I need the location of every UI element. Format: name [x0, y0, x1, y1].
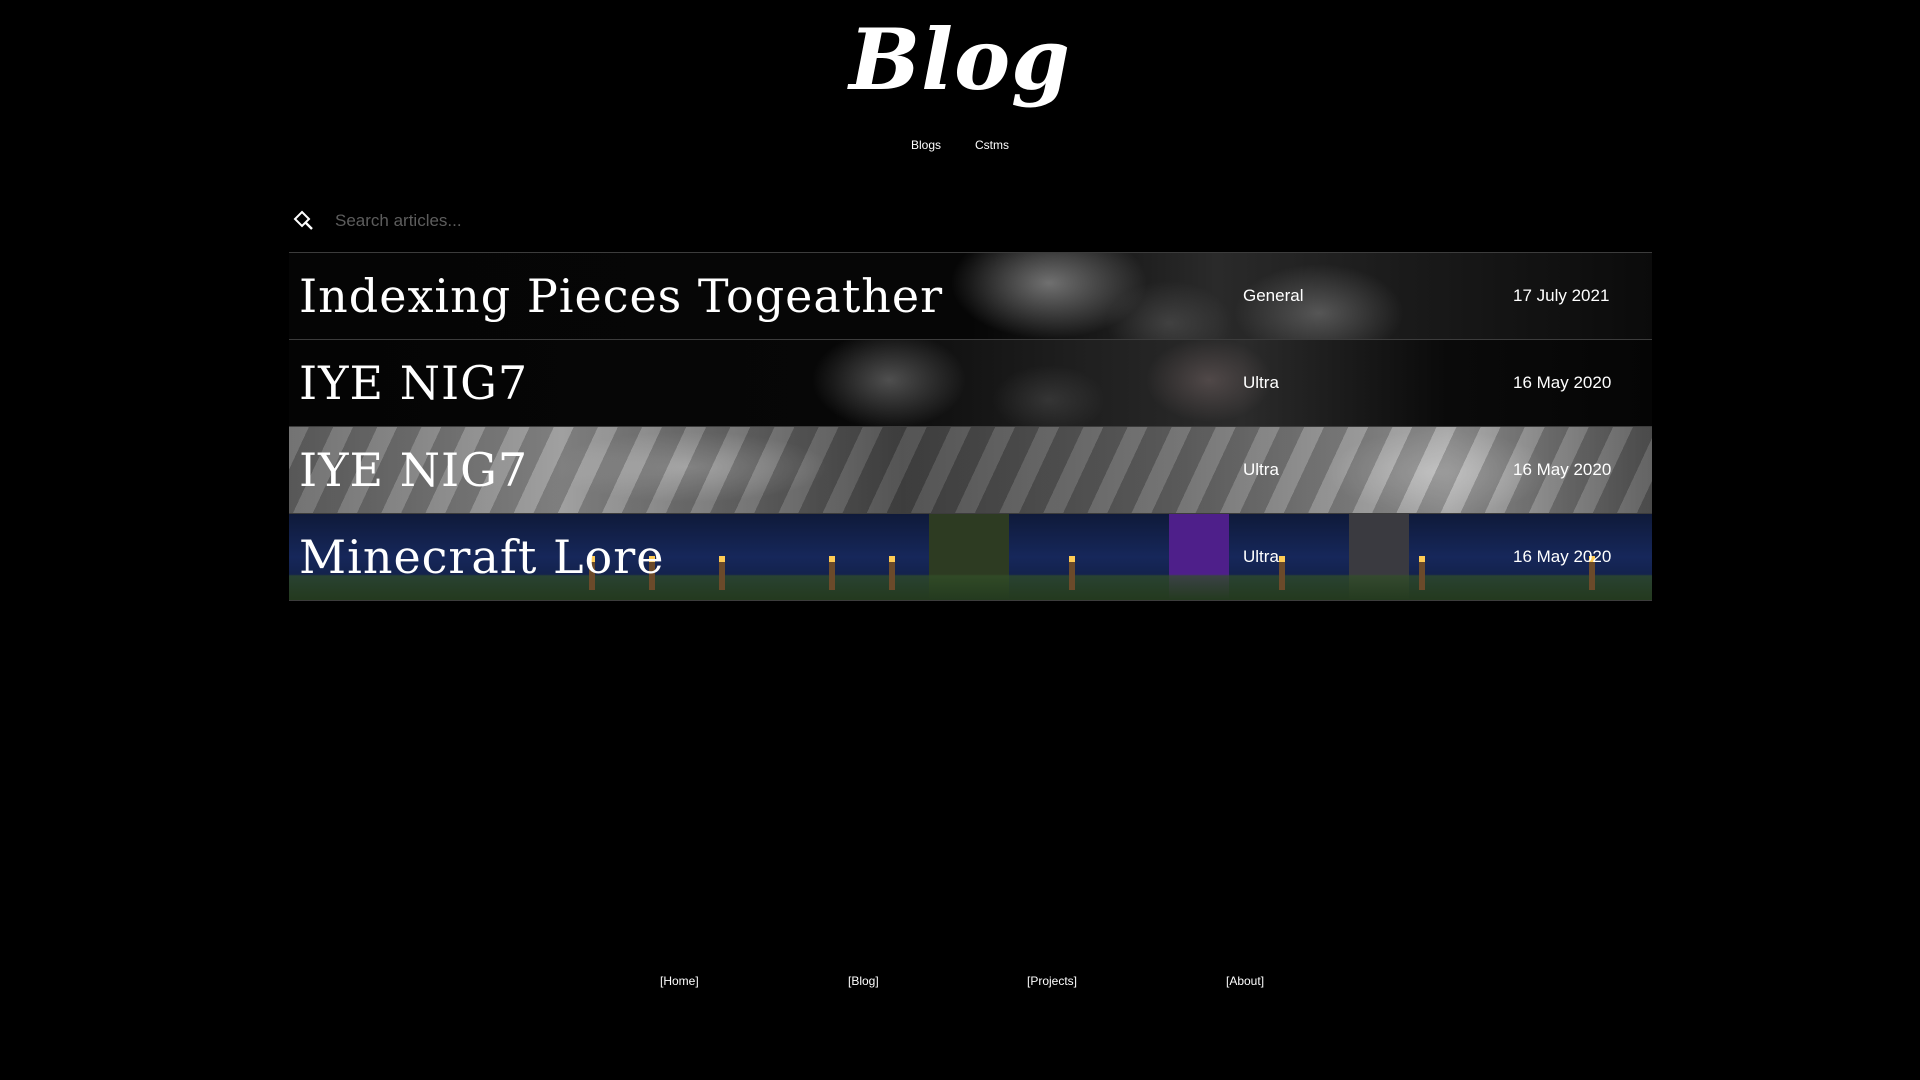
article-date: 16 May 2020	[1513, 460, 1612, 479]
article-title[interactable]: IYE NIG7	[299, 443, 528, 497]
article-title[interactable]: Minecraft Lore	[299, 530, 664, 584]
footer-link-projects[interactable]: [Projects]	[1027, 974, 1077, 988]
search-icon[interactable]	[291, 209, 315, 233]
article-row[interactable]: Indexing Pieces Togeather General 17 Jul…	[289, 253, 1652, 340]
footer-link-blog[interactable]: [Blog]	[848, 974, 879, 988]
article-category: Ultra	[1243, 373, 1279, 392]
article-title[interactable]: Indexing Pieces Togeather	[299, 269, 943, 323]
search-bar	[289, 196, 1652, 246]
article-date: 16 May 2020	[1513, 373, 1612, 392]
page: Blog Blogs Cstms Indexing Pieces Togeath…	[0, 0, 1920, 1080]
subnav-link-blogs[interactable]: Blogs	[911, 138, 941, 152]
sub-navigation: Blogs Cstms	[0, 138, 1920, 152]
search-input[interactable]	[333, 210, 937, 232]
article-category: General	[1243, 286, 1304, 305]
site-logo[interactable]: Blog	[0, 18, 1920, 102]
footer-link-home[interactable]: [Home]	[660, 974, 699, 988]
article-date: 16 May 2020	[1513, 547, 1612, 566]
article-row[interactable]: IYE NIG7 Ultra 16 May 2020	[289, 427, 1652, 514]
article-category: Ultra	[1243, 460, 1279, 479]
footer-link-about[interactable]: [About]	[1226, 974, 1264, 988]
article-category: Ultra	[1243, 547, 1279, 566]
subnav-link-cstms[interactable]: Cstms	[975, 138, 1009, 152]
article-list: Indexing Pieces Togeather General 17 Jul…	[289, 252, 1652, 601]
article-row[interactable]: IYE NIG7 Ultra 16 May 2020	[289, 340, 1652, 427]
article-date: 17 July 2021	[1513, 286, 1610, 305]
article-row[interactable]: Minecraft Lore Ultra 16 May 2020	[289, 514, 1652, 601]
article-title[interactable]: IYE NIG7	[299, 356, 528, 410]
